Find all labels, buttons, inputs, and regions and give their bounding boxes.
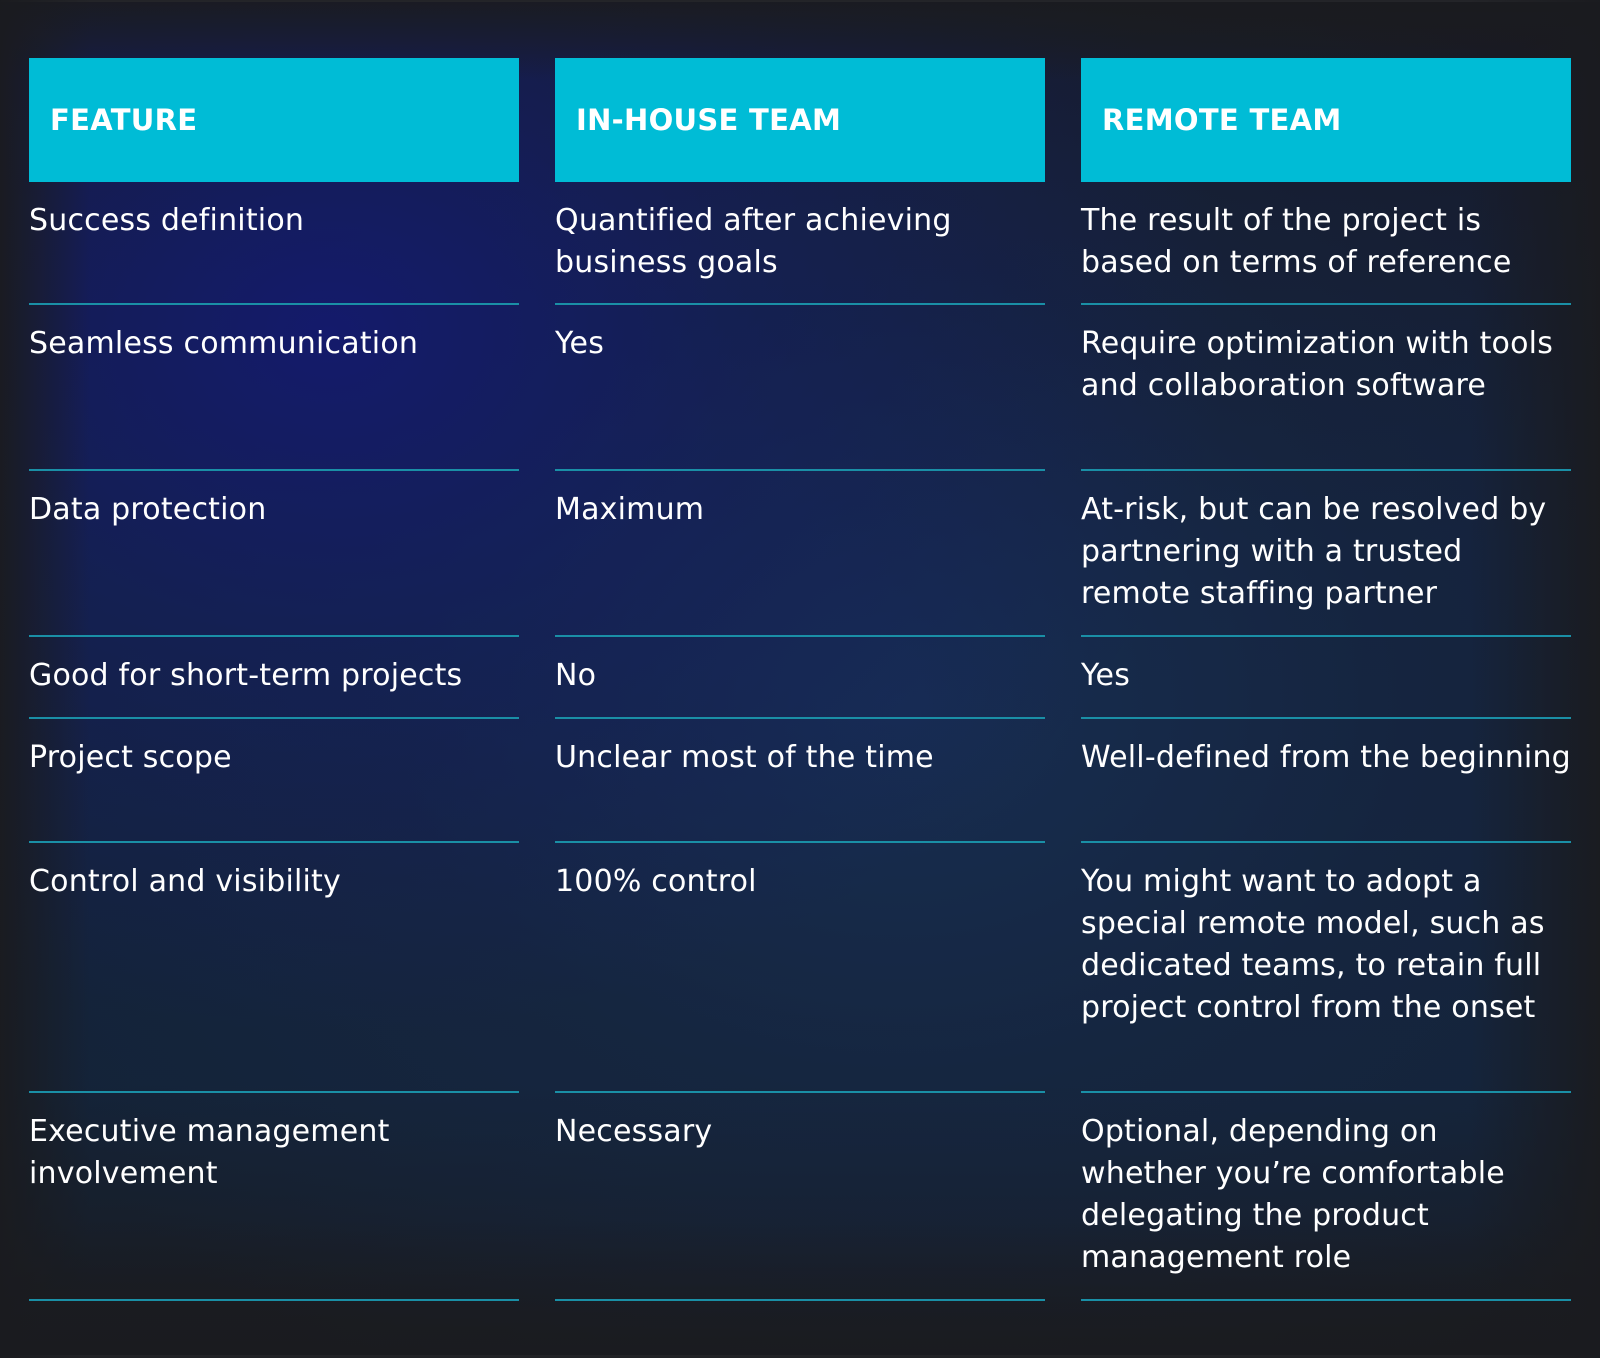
feature-cell: Executive management involvement <box>29 1093 519 1301</box>
in-house-text: Necessary <box>555 1114 713 1149</box>
remote-text: Yes <box>1081 658 1131 693</box>
remote-cell: Optional, depending on whether you’re co… <box>1081 1093 1571 1301</box>
comparison-table: FEATURE IN-HOUSE TEAM REMOTE TEAM Succes… <box>29 58 1571 1301</box>
feature-text: Seamless communication <box>29 326 419 361</box>
remote-cell: At-risk, but can be resolved by partneri… <box>1081 471 1571 637</box>
remote-text: Require optimization with tools and coll… <box>1081 326 1554 403</box>
header-remote-team: REMOTE TEAM <box>1081 58 1571 182</box>
in-house-cell: Quantified after achieving business goal… <box>555 182 1045 305</box>
feature-text: Good for short-term projects <box>29 658 463 693</box>
table-row: Executive management involvement Necessa… <box>29 1093 1571 1301</box>
header-in-house-team: IN-HOUSE TEAM <box>555 58 1045 182</box>
in-house-cell: Unclear most of the time <box>555 719 1045 843</box>
feature-cell: Good for short-term projects <box>29 637 519 719</box>
in-house-text: Yes <box>555 326 605 361</box>
table-row: Data protection Maximum At-risk, but can… <box>29 471 1571 637</box>
feature-cell: Project scope <box>29 719 519 843</box>
table-row: Seamless communication Yes Require optim… <box>29 305 1571 471</box>
remote-text: You might want to adopt a special remote… <box>1081 864 1545 1025</box>
in-house-text: Quantified after achieving business goal… <box>555 203 952 280</box>
in-house-text: Maximum <box>555 492 705 527</box>
table-header-row: FEATURE IN-HOUSE TEAM REMOTE TEAM <box>29 58 1571 182</box>
remote-cell: Well-defined from the beginning <box>1081 719 1571 843</box>
feature-cell: Success definition <box>29 182 519 305</box>
in-house-cell: 100% control <box>555 843 1045 1093</box>
remote-text: Optional, depending on whether you’re co… <box>1081 1114 1505 1275</box>
feature-cell: Seamless communication <box>29 305 519 471</box>
in-house-text: No <box>555 658 597 693</box>
table-row: Project scope Unclear most of the time W… <box>29 719 1571 843</box>
in-house-text: Unclear most of the time <box>555 740 934 775</box>
feature-text: Success definition <box>29 203 305 238</box>
feature-text: Project scope <box>29 740 232 775</box>
remote-cell: You might want to adopt a special remote… <box>1081 843 1571 1093</box>
table-row: Good for short-term projects No Yes <box>29 637 1571 719</box>
in-house-cell: Maximum <box>555 471 1045 637</box>
header-feature: FEATURE <box>29 58 519 182</box>
feature-text: Executive management involvement <box>29 1114 390 1191</box>
remote-cell: Yes <box>1081 637 1571 719</box>
remote-text: The result of the project is based on te… <box>1081 203 1512 280</box>
in-house-cell: Yes <box>555 305 1045 471</box>
remote-cell: The result of the project is based on te… <box>1081 182 1571 305</box>
in-house-text: 100% control <box>555 864 757 899</box>
in-house-cell: Necessary <box>555 1093 1045 1301</box>
table-row: Success definition Quantified after achi… <box>29 182 1571 305</box>
feature-cell: Control and visibility <box>29 843 519 1093</box>
feature-text: Data protection <box>29 492 267 527</box>
in-house-cell: No <box>555 637 1045 719</box>
remote-text: Well-defined from the beginning <box>1081 740 1571 775</box>
feature-cell: Data protection <box>29 471 519 637</box>
remote-text: At-risk, but can be resolved by partneri… <box>1081 492 1547 611</box>
remote-cell: Require optimization with tools and coll… <box>1081 305 1571 471</box>
feature-text: Control and visibility <box>29 864 341 899</box>
table-row: Control and visibility 100% control You … <box>29 843 1571 1093</box>
